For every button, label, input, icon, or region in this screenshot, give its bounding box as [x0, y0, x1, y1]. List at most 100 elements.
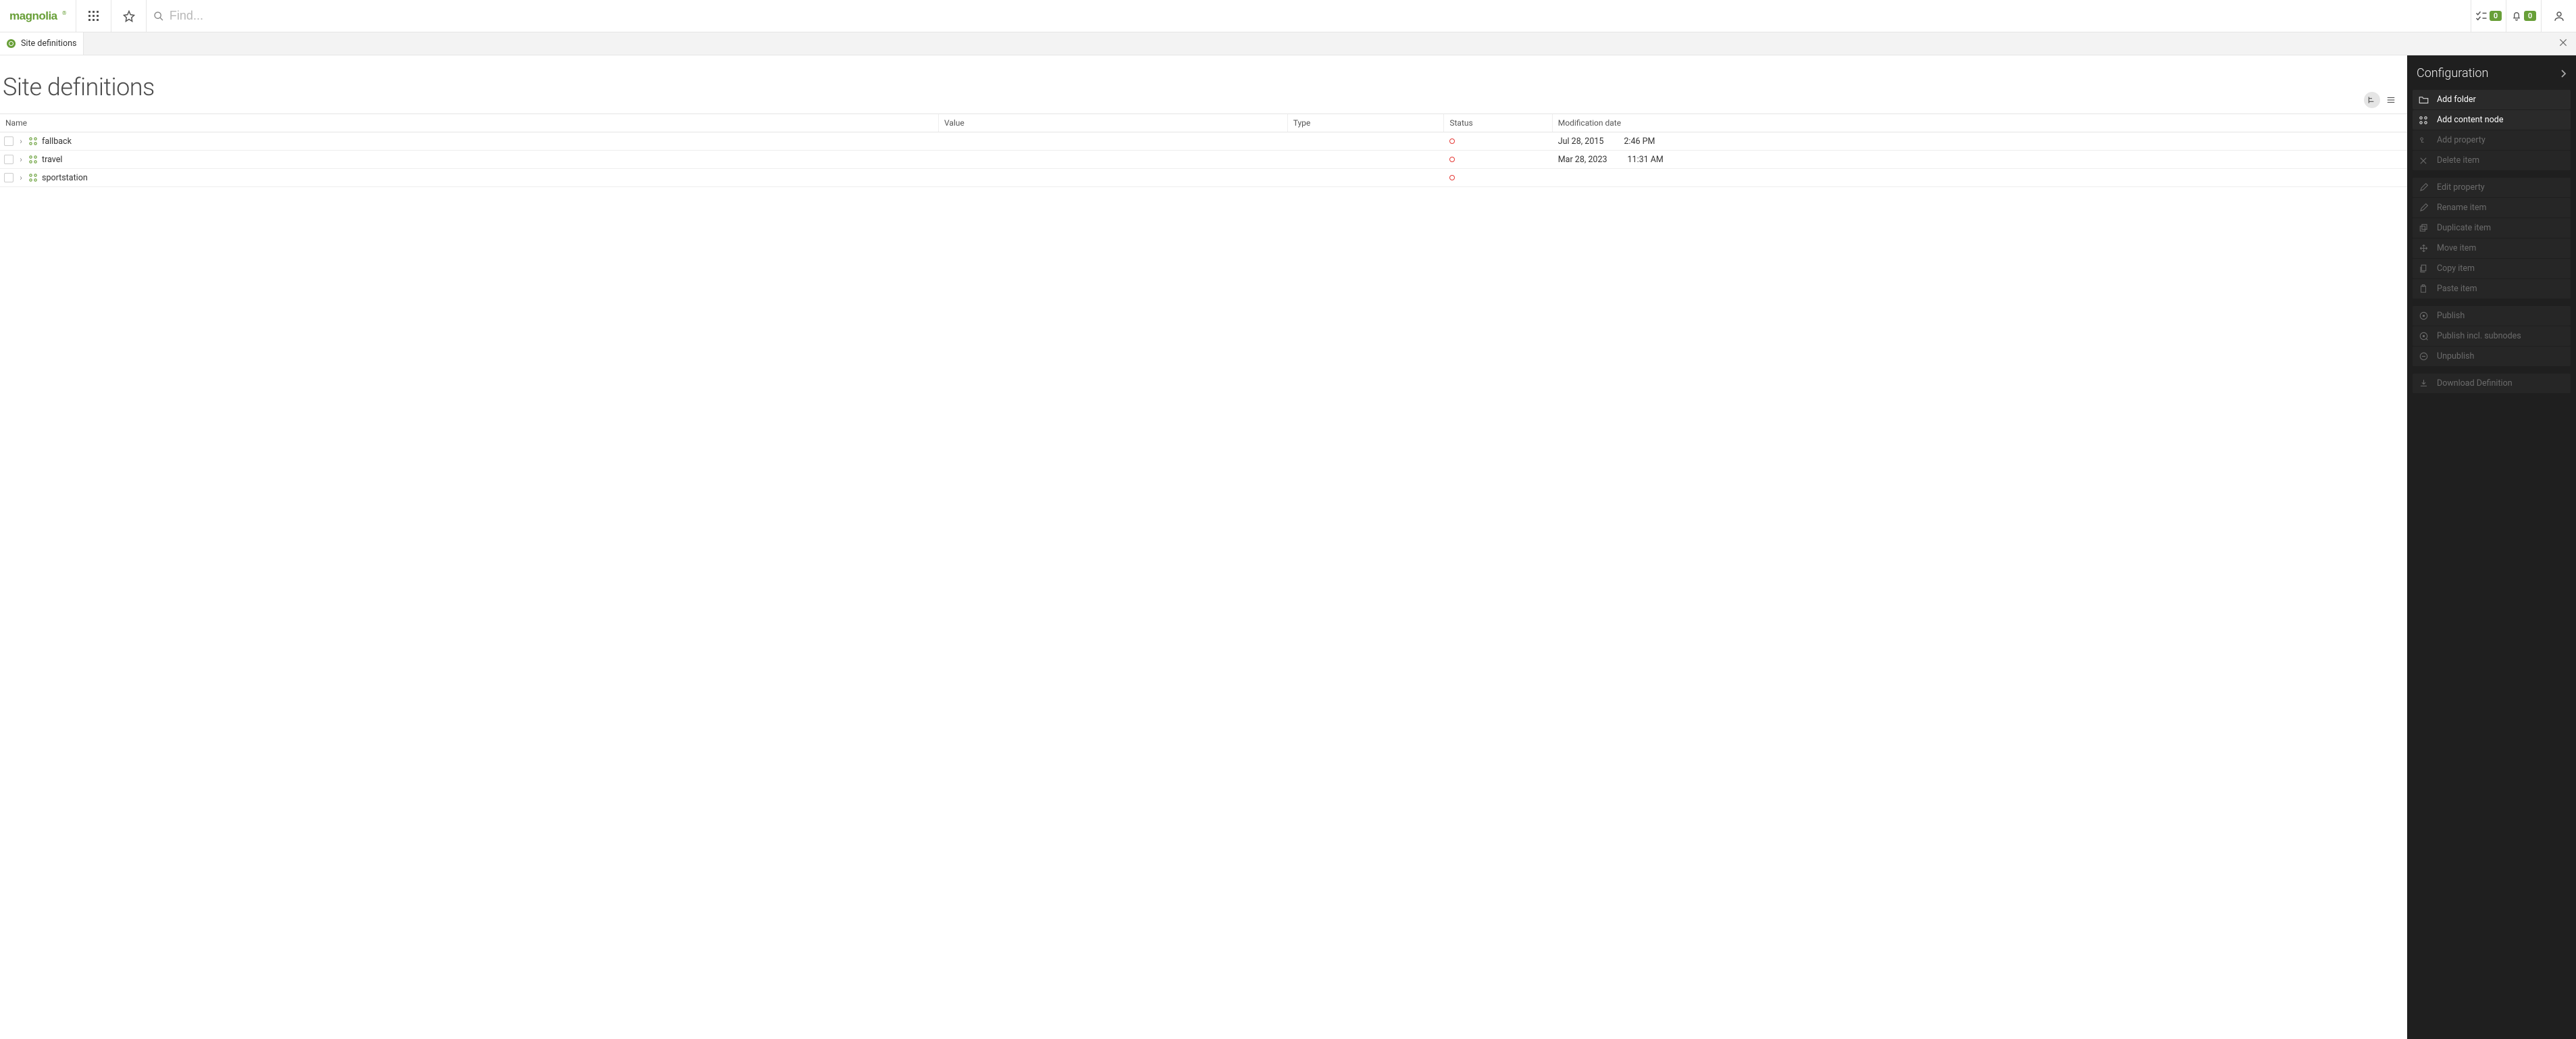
delete-icon	[2418, 157, 2429, 165]
action-paste-item: Paste item	[2413, 279, 2571, 299]
actions-panel: Configuration Add folder Add content nod…	[2407, 55, 2576, 1039]
status-unpublished-icon	[1449, 157, 1455, 162]
action-duplicate-item: Duplicate item	[2413, 218, 2571, 238]
expand-toggle[interactable]: ›	[18, 155, 24, 164]
row-status	[1444, 151, 1552, 168]
action-label: Add folder	[2437, 95, 2476, 105]
tab-site-definitions[interactable]: Site definitions	[0, 32, 84, 55]
row-value	[939, 132, 1288, 150]
search-icon	[153, 11, 164, 22]
tab-close-button[interactable]	[2558, 38, 2568, 50]
row-name: fallback	[42, 136, 72, 147]
action-delete-item: Delete item	[2413, 151, 2571, 170]
notifications-button[interactable]: 0	[2506, 0, 2541, 32]
action-label: Delete item	[2437, 155, 2479, 166]
action-label: Duplicate item	[2437, 223, 2491, 233]
star-icon	[123, 10, 135, 22]
notifications-count: 0	[2524, 11, 2536, 21]
action-label: Rename item	[2437, 203, 2486, 213]
table-row[interactable]: › fallback Jul 28, 2015 2:46 PM	[0, 132, 2407, 151]
search-input[interactable]	[164, 9, 2464, 23]
tree-view-button[interactable]	[2364, 92, 2380, 108]
app-launcher-button[interactable]	[76, 0, 111, 32]
action-label: Download Definition	[2437, 378, 2513, 388]
action-edit-property: Edit property	[2413, 178, 2571, 197]
col-header-status[interactable]: Status	[1444, 114, 1552, 132]
body: Site definitions Name Value Type Status …	[0, 55, 2576, 1039]
unpublish-icon	[2418, 352, 2429, 361]
header-right: 0 0	[2471, 0, 2576, 32]
action-label: Publish	[2437, 311, 2465, 321]
app-header: magnolia ® 0 0	[0, 0, 2576, 32]
action-label: Edit property	[2437, 182, 2485, 193]
copy-icon	[2418, 264, 2429, 273]
row-mod-time: 2:46 PM	[1624, 136, 1655, 147]
row-type	[1288, 169, 1445, 186]
action-label: Add property	[2437, 135, 2485, 145]
pencil-icon	[2418, 183, 2429, 192]
tasks-button[interactable]: 0	[2471, 0, 2506, 32]
move-icon	[2418, 244, 2429, 253]
action-download-definition: Download Definition	[2413, 374, 2571, 393]
row-value	[939, 169, 1288, 186]
table-header: Name Value Type Status Modification date	[0, 113, 2407, 132]
row-type	[1288, 132, 1445, 150]
expand-toggle[interactable]: ›	[18, 173, 24, 182]
action-copy-item: Copy item	[2413, 259, 2571, 278]
content-node-icon	[28, 136, 38, 146]
action-add-content-node[interactable]: Add content node	[2413, 110, 2571, 130]
content-node-icon	[2418, 116, 2429, 125]
download-icon	[2418, 379, 2429, 388]
table-row[interactable]: › sportstation	[0, 169, 2407, 187]
chevron-right-icon	[2561, 70, 2567, 78]
favorites-button[interactable]	[111, 0, 146, 32]
panel-header[interactable]: Configuration	[2407, 55, 2576, 90]
row-checkbox[interactable]	[4, 173, 14, 182]
row-status	[1444, 132, 1552, 150]
row-checkbox[interactable]	[4, 136, 14, 146]
action-add-folder[interactable]: Add folder	[2413, 90, 2571, 109]
col-header-type[interactable]: Type	[1288, 114, 1445, 132]
magnolia-logo: magnolia ®	[0, 0, 76, 32]
view-toggles	[2364, 92, 2399, 108]
action-publish: Publish	[2413, 306, 2571, 326]
row-name: travel	[42, 155, 62, 165]
action-unpublish: Unpublish	[2413, 347, 2571, 366]
row-type	[1288, 151, 1445, 168]
content-node-icon	[28, 173, 38, 182]
action-label: Paste item	[2437, 284, 2477, 294]
action-label: Add content node	[2437, 115, 2503, 125]
action-rename-item: Rename item	[2413, 198, 2571, 218]
col-header-mod[interactable]: Modification date	[1553, 114, 2407, 132]
row-mod-date: Jul 28, 2015	[1558, 136, 1604, 147]
folder-add-icon	[2418, 95, 2429, 104]
bell-icon	[2511, 10, 2522, 22]
tasks-count: 0	[2490, 11, 2502, 21]
col-header-name[interactable]: Name	[0, 114, 939, 132]
close-icon	[2558, 38, 2568, 47]
tab-bar: Site definitions	[0, 32, 2576, 55]
expand-toggle[interactable]: ›	[18, 136, 24, 146]
main-content: Site definitions Name Value Type Status …	[0, 55, 2407, 1039]
list-view-button[interactable]	[2383, 92, 2399, 108]
svg-text:magnolia: magnolia	[9, 9, 58, 22]
action-publish-incl-subnodes: Publish incl. subnodes	[2413, 326, 2571, 346]
action-label: Move item	[2437, 243, 2476, 253]
row-value	[939, 151, 1288, 168]
publish-icon	[2418, 311, 2429, 320]
tab-label: Site definitions	[21, 39, 76, 49]
svg-text:®: ®	[62, 10, 66, 16]
action-move-item: Move item	[2413, 238, 2571, 258]
row-mod-time: 11:31 AM	[1628, 155, 1664, 165]
property-icon	[2418, 136, 2429, 145]
pencil-icon	[2418, 203, 2429, 212]
grid-icon	[88, 11, 99, 22]
row-checkbox[interactable]	[4, 155, 14, 164]
table-row[interactable]: › travel Mar 28, 202311:31 AM	[0, 151, 2407, 169]
profile-button[interactable]	[2541, 0, 2576, 32]
status-unpublished-icon	[1449, 138, 1455, 144]
col-header-value[interactable]: Value	[939, 114, 1288, 132]
action-label: Publish incl. subnodes	[2437, 331, 2521, 341]
list-icon	[2386, 95, 2396, 105]
action-label: Unpublish	[2437, 351, 2474, 361]
